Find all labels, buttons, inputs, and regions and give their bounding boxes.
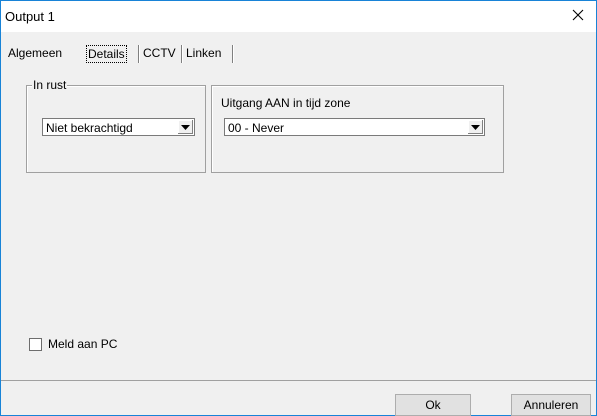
chevron-down-icon[interactable]	[177, 120, 193, 134]
meld-aan-pc-checkbox-row[interactable]: Meld aan PC	[29, 337, 117, 351]
in-rust-value: Niet bekrachtigd	[46, 121, 133, 135]
tab-linken[interactable]: Linken	[184, 44, 223, 62]
chevron-down-icon[interactable]	[467, 120, 483, 134]
tab-divider	[138, 45, 140, 63]
ok-button[interactable]: Ok	[395, 394, 471, 416]
in-rust-dropdown[interactable]: Niet bekrachtigd	[42, 118, 195, 136]
tab-details[interactable]: Details	[86, 45, 127, 63]
in-rust-group: In rust Niet bekrachtigd	[26, 78, 206, 173]
time-zone-group: Uitgang AAN in tijd zone 00 - Never	[211, 85, 504, 173]
footer-divider	[1, 380, 596, 381]
window-title: Output 1	[5, 9, 55, 24]
dialog-window: Output 1 Algemeen Details CCTV Linken In…	[0, 0, 597, 416]
tab-cctv[interactable]: CCTV	[141, 44, 178, 62]
meld-aan-pc-checkbox[interactable]	[29, 337, 42, 351]
time-zone-value: 00 - Never	[228, 121, 285, 135]
tab-divider	[181, 45, 183, 63]
tab-algemeen[interactable]: Algemeen	[6, 44, 64, 62]
close-button[interactable]	[560, 1, 596, 32]
close-icon	[572, 9, 584, 24]
time-zone-dropdown[interactable]: 00 - Never	[224, 118, 485, 136]
cancel-button[interactable]: Annuleren	[511, 394, 591, 416]
meld-aan-pc-label: Meld aan PC	[48, 337, 118, 351]
in-rust-legend: In rust	[32, 78, 68, 92]
title-bar: Output 1	[1, 1, 596, 32]
time-zone-label: Uitgang AAN in tijd zone	[221, 96, 351, 110]
tab-divider	[232, 45, 234, 63]
